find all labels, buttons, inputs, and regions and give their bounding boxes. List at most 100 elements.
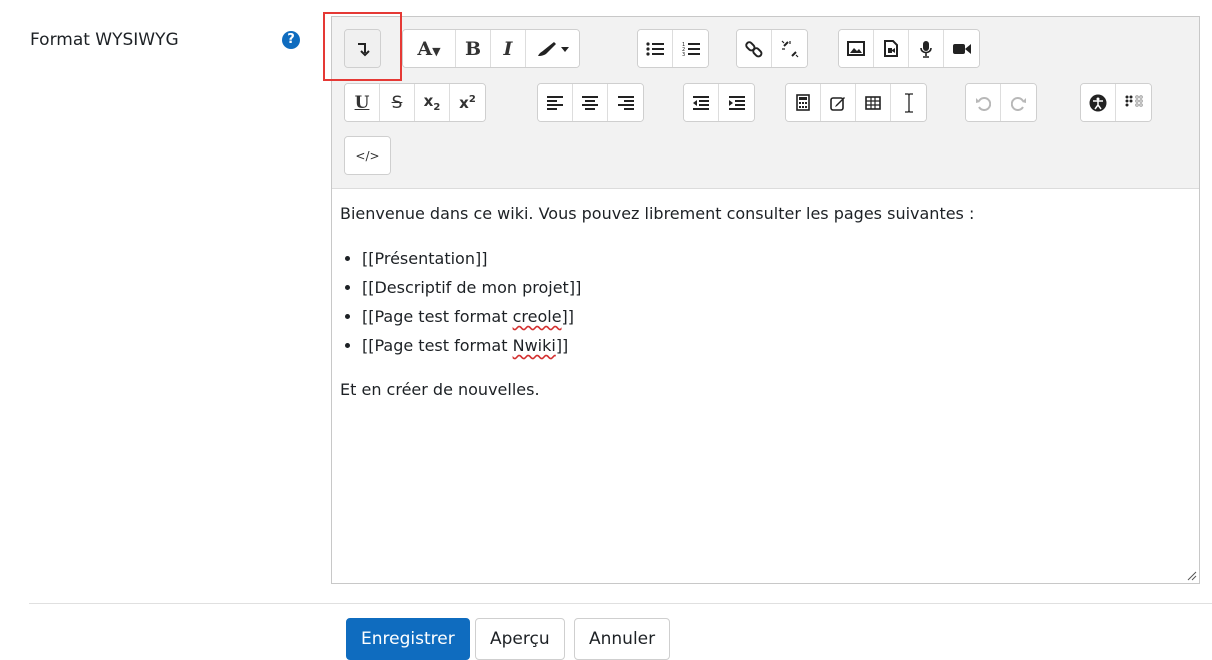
- numbered-list-icon: 123: [682, 42, 700, 57]
- editor-toolbar: A▼ B I 123 U S x2 x2 </>: [332, 17, 1199, 189]
- indent-button[interactable]: [719, 84, 754, 121]
- calculator-icon: [796, 94, 810, 111]
- image-button[interactable]: [839, 30, 874, 67]
- toolbar-group-undo: [965, 83, 1037, 122]
- list-item-text: [[Descriptif de mon projet]]: [362, 278, 582, 297]
- media-button[interactable]: [874, 30, 909, 67]
- misspelled-word: Nwiki: [512, 336, 556, 355]
- unlink-button[interactable]: [772, 30, 807, 67]
- screenreader-helper-button[interactable]: [1116, 84, 1151, 121]
- wysiwyg-form-row: Format WYSIWYG ? A▼ B I 1 2 3 U S x2 x2 …: [0, 0, 1212, 660]
- paragraph-styles-button[interactable]: A▼: [403, 30, 456, 67]
- outdent-icon: [693, 95, 709, 110]
- text-cursor-icon: [904, 92, 913, 113]
- edit-pencil-icon: [830, 96, 845, 111]
- list-item-text: [[Présentation]]: [362, 249, 488, 268]
- redo-icon: [1010, 96, 1026, 111]
- underline-icon: U: [354, 92, 370, 113]
- unordered-list-button[interactable]: [638, 30, 673, 67]
- outro-paragraph: Et en créer de nouvelles.: [340, 380, 540, 399]
- page-list: [[Présentation]] [[Descriptif de mon pro…: [340, 244, 1190, 360]
- align-left-button[interactable]: [538, 84, 573, 121]
- subscript-button[interactable]: x2: [415, 84, 450, 121]
- preview-button[interactable]: Aperçu: [475, 618, 565, 660]
- list-item: [[Page test format creole]]: [362, 302, 1190, 331]
- toolbar-group-insert: [785, 83, 927, 122]
- list-item: [[Présentation]]: [362, 244, 1190, 273]
- toolbar-group-align: [537, 83, 644, 122]
- image-icon: [847, 41, 865, 56]
- toolbar-group-links: [736, 29, 808, 68]
- unlink-icon: [781, 40, 798, 57]
- link-icon: [745, 40, 763, 57]
- indent-icon: [728, 95, 745, 110]
- rich-text-editor: A▼ B I 123 U S x2 x2 </> Bienvenue dans …: [331, 16, 1200, 584]
- font-a-dropdown-icon: A▼: [417, 37, 441, 60]
- superscript-icon: x2: [459, 93, 476, 112]
- question-circle-icon[interactable]: ?: [282, 31, 300, 49]
- html-source-button[interactable]: </>: [345, 137, 390, 174]
- link-button[interactable]: [737, 30, 772, 67]
- toolbar-group-files: [838, 29, 980, 68]
- accessibility-checker-button[interactable]: [1081, 84, 1116, 121]
- bold-icon: B: [464, 37, 482, 60]
- video-camera-icon: [952, 43, 971, 54]
- file-media-icon: [884, 40, 898, 57]
- special-chars-button[interactable]: [821, 84, 856, 121]
- editor-content-area[interactable]: Bienvenue dans ce wiki. Vous pouvez libr…: [340, 199, 1190, 404]
- align-left-icon: [547, 95, 563, 110]
- arrow-down-bar-icon: [357, 42, 370, 56]
- align-center-icon: [582, 95, 598, 110]
- divider: [29, 603, 1212, 604]
- undo-button[interactable]: [966, 84, 1001, 121]
- record-audio-button[interactable]: [909, 30, 944, 67]
- equation-button[interactable]: [786, 84, 821, 121]
- svg-text:3: 3: [682, 52, 685, 57]
- resize-handle-icon[interactable]: [1187, 571, 1197, 581]
- toolbar-group-collapse: [344, 29, 381, 68]
- table-button[interactable]: [856, 84, 891, 121]
- save-button[interactable]: Enregistrer: [346, 618, 470, 660]
- brush-dropdown-icon: [537, 41, 569, 56]
- align-right-button[interactable]: [608, 84, 643, 121]
- toolbar-group-style: A▼ B I: [402, 29, 580, 68]
- list-item-text: [[Page test format: [362, 307, 513, 326]
- toolbar-group-list: 123: [637, 29, 709, 68]
- cancel-button[interactable]: Annuler: [574, 618, 671, 660]
- record-video-button[interactable]: [944, 30, 979, 67]
- toolbar-group-style2: U S x2 x2: [344, 83, 486, 122]
- toolbar-group-indent: [683, 83, 755, 122]
- redo-button[interactable]: [1001, 84, 1036, 121]
- strikethrough-icon: S: [391, 92, 403, 113]
- microphone-icon: [920, 40, 932, 58]
- list-item: [[Page test format Nwiki]]: [362, 331, 1190, 360]
- italic-icon: I: [503, 37, 513, 60]
- ordered-list-button[interactable]: 123: [673, 30, 708, 67]
- align-center-button[interactable]: [573, 84, 608, 121]
- bold-button[interactable]: B: [456, 30, 491, 67]
- align-right-icon: [617, 95, 634, 110]
- list-item: [[Descriptif de mon projet]]: [362, 273, 1190, 302]
- field-label: Format WYSIWYG: [30, 30, 179, 50]
- underline-button[interactable]: U: [345, 84, 380, 121]
- list-item-text: ]]: [555, 336, 569, 355]
- code-icon: </>: [355, 148, 380, 163]
- table-icon: [865, 95, 881, 110]
- list-item-text: ]]: [561, 307, 575, 326]
- toolbar-group-other: </>: [344, 136, 391, 175]
- toolbar-toggle-button[interactable]: [345, 30, 380, 67]
- toolbar-group-accessibility: [1080, 83, 1152, 122]
- list-item-text: [[Page test format: [362, 336, 513, 355]
- italic-button[interactable]: I: [491, 30, 526, 67]
- braille-icon: [1125, 94, 1143, 107]
- accessibility-icon: [1089, 94, 1107, 111]
- text-color-button[interactable]: [526, 30, 579, 67]
- undo-icon: [976, 96, 991, 111]
- subscript-icon: x2: [423, 92, 441, 113]
- misspelled-word: creole: [512, 307, 562, 326]
- superscript-button[interactable]: x2: [450, 84, 485, 121]
- intro-paragraph: Bienvenue dans ce wiki. Vous pouvez libr…: [340, 204, 975, 223]
- clear-formatting-button[interactable]: [891, 84, 926, 121]
- strikethrough-button[interactable]: S: [380, 84, 415, 121]
- outdent-button[interactable]: [684, 84, 719, 121]
